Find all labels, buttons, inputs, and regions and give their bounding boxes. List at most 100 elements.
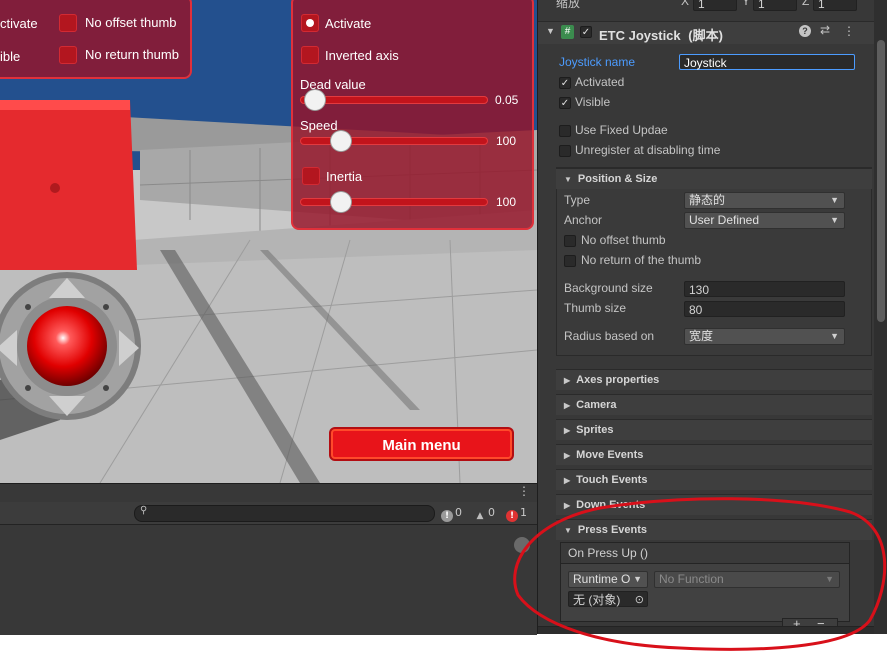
radius-based-on-dropdown[interactable]: 宽度 ▼	[684, 328, 845, 345]
speed-slider-knob[interactable]	[331, 131, 351, 151]
section-move-events[interactable]: ▶ Move Events	[556, 444, 872, 465]
section-sprites[interactable]: ▶ Sprites	[556, 419, 872, 440]
scale-label: 缩放	[556, 0, 581, 10]
no-offset-thumb-checkbox[interactable]	[59, 14, 77, 32]
type-value: 静态的	[689, 193, 726, 207]
scale-y-field[interactable]: 1	[753, 0, 797, 11]
visible-toggle-label: ible	[0, 49, 21, 64]
thumb-size-field[interactable]: 80	[684, 301, 845, 317]
activate-label: Activate	[325, 16, 372, 31]
no-return-thumb-checkbox[interactable]	[59, 46, 77, 64]
joystick[interactable]	[0, 270, 145, 430]
section-press-events[interactable]: ▼ Press Events	[556, 519, 872, 540]
activate-toggle-label: ctivate	[0, 16, 38, 31]
console-panel: ⋮ ⚲ ! 0 ▲ 0 ! 1	[0, 483, 537, 635]
no-return-thumb-checkbox[interactable]	[564, 255, 576, 267]
joystick-name-label: Joystick name	[559, 55, 636, 69]
inspector-panel: 缩放 X 1 Y 1 Z 1 ▼ # ✓ ETC Joystick (脚本) ?…	[537, 0, 887, 634]
function-value: No Function	[659, 572, 724, 586]
preset-icon[interactable]: ⇄	[820, 23, 830, 37]
console-search-input[interactable]: ⚲	[134, 505, 435, 522]
help-icon[interactable]: ?	[799, 25, 811, 37]
scale-x-label: X	[681, 0, 690, 8]
warning-count-toggle[interactable]: ▲ 0	[474, 505, 495, 521]
console-scroll-indicator[interactable]	[514, 537, 530, 553]
object-picker-icon[interactable]: ⊙	[635, 592, 644, 608]
collapsed-arrow-icon: ▶	[564, 376, 571, 385]
section-down-events[interactable]: ▶ Down Events	[556, 494, 872, 515]
background-size-field[interactable]: 130	[684, 281, 845, 297]
press-events-title: Press Events	[577, 524, 648, 536]
target-object-field[interactable]: 无 (对象) ⊙	[568, 591, 648, 607]
scale-x-field[interactable]: 1	[693, 0, 737, 11]
dropdown-arrow-icon: ▼	[830, 331, 839, 341]
inverted-axis-label: Inverted axis	[325, 48, 399, 63]
dead-value-slider[interactable]	[300, 96, 488, 104]
inertia-label: Inertia	[326, 169, 363, 184]
section-title: Down Events	[576, 499, 646, 511]
dropdown-arrow-icon: ▼	[830, 195, 839, 205]
collapsed-arrow-icon: ▶	[564, 451, 571, 460]
dead-value-slider-knob[interactable]	[305, 90, 325, 110]
visible-checkbox[interactable]: ✓	[559, 97, 571, 109]
context-menu-icon[interactable]: ⋮	[843, 24, 855, 38]
inertia-slider[interactable]	[300, 198, 488, 206]
scene-view[interactable]: ctivate ible No offset thumb No return t…	[0, 0, 537, 483]
console-menu-dots-icon[interactable]: ⋮	[518, 484, 530, 498]
main-menu-button[interactable]: Main menu	[331, 429, 512, 459]
unregister-checkbox[interactable]	[559, 145, 571, 157]
info-count-toggle[interactable]: ! 0	[441, 505, 462, 522]
runtime-mode-dropdown[interactable]: Runtime O ▼	[568, 571, 648, 588]
anchor-label: Anchor	[564, 213, 603, 227]
joystick-name-field[interactable]: Joystick	[679, 54, 855, 70]
function-dropdown[interactable]: No Function ▼	[654, 571, 840, 588]
console-toolbar: ⚲ ! 0 ▲ 0 ! 1	[0, 502, 537, 525]
section-camera[interactable]: ▶ Camera	[556, 394, 872, 415]
scale-z-label: Z	[802, 0, 810, 8]
radius-value: 宽度	[689, 329, 714, 343]
collapsed-arrow-icon: ▶	[564, 476, 571, 485]
runtime-value: Runtime O	[573, 572, 631, 586]
activate-checkbox[interactable]	[301, 14, 319, 32]
unregister-label: Unregister at disabling time	[575, 143, 721, 157]
speed-slider[interactable]	[300, 137, 488, 145]
type-dropdown[interactable]: 静态的 ▼	[684, 192, 845, 209]
inspector-scrollbar[interactable]	[877, 40, 885, 322]
speed-readout: 100	[496, 134, 517, 148]
radius-based-on-label: Radius based on	[564, 329, 655, 343]
collapsed-arrow-icon: ▶	[564, 501, 571, 510]
use-fixed-update-checkbox[interactable]	[559, 125, 571, 137]
section-title: Axes properties	[576, 374, 660, 386]
component-header[interactable]: ▼ # ✓ ETC Joystick (脚本) ? ⇄ ⋮	[538, 21, 874, 44]
expanded-arrow-icon: ▼	[564, 175, 572, 184]
search-icon: ⚲	[140, 505, 148, 516]
script-icon: #	[561, 25, 574, 39]
section-touch-events[interactable]: ▶ Touch Events	[556, 469, 872, 490]
no-offset-thumb-checkbox[interactable]	[564, 235, 576, 247]
no-offset-thumb-label: No offset thumb	[85, 15, 177, 30]
visible-label: Visible	[575, 95, 611, 109]
inertia-slider-knob[interactable]	[331, 192, 351, 212]
dropdown-arrow-icon: ▼	[633, 574, 642, 584]
inverted-axis-checkbox[interactable]	[301, 46, 319, 64]
anchor-value: User Defined	[689, 213, 760, 227]
component-title-suffix: (脚本)	[688, 28, 723, 43]
position-size-header[interactable]: ▼ Position & Size	[556, 168, 872, 189]
component-enabled-checkbox[interactable]: ✓	[580, 26, 592, 38]
error-count-toggle[interactable]: ! 1	[506, 505, 527, 522]
anchor-dropdown[interactable]: User Defined ▼	[684, 212, 845, 229]
dead-value-label: Dead value	[300, 77, 366, 92]
error-icon: !	[506, 510, 518, 522]
no-offset-thumb-label: No offset thumb	[581, 233, 666, 247]
section-axes-properties[interactable]: ▶ Axes properties	[556, 369, 872, 390]
collapse-arrow-icon[interactable]: ▼	[546, 26, 555, 36]
inertia-checkbox[interactable]	[302, 167, 320, 185]
scale-z-field[interactable]: 1	[813, 0, 857, 11]
type-label: Type	[564, 193, 591, 207]
inspector-bottom-bar	[538, 626, 874, 634]
error-count: 1	[520, 506, 527, 519]
component-title: ETC Joystick (脚本)	[599, 25, 723, 44]
position-size-title: Position & Size	[577, 173, 658, 185]
collapsed-arrow-icon: ▶	[564, 401, 571, 410]
activated-checkbox[interactable]: ✓	[559, 77, 571, 89]
